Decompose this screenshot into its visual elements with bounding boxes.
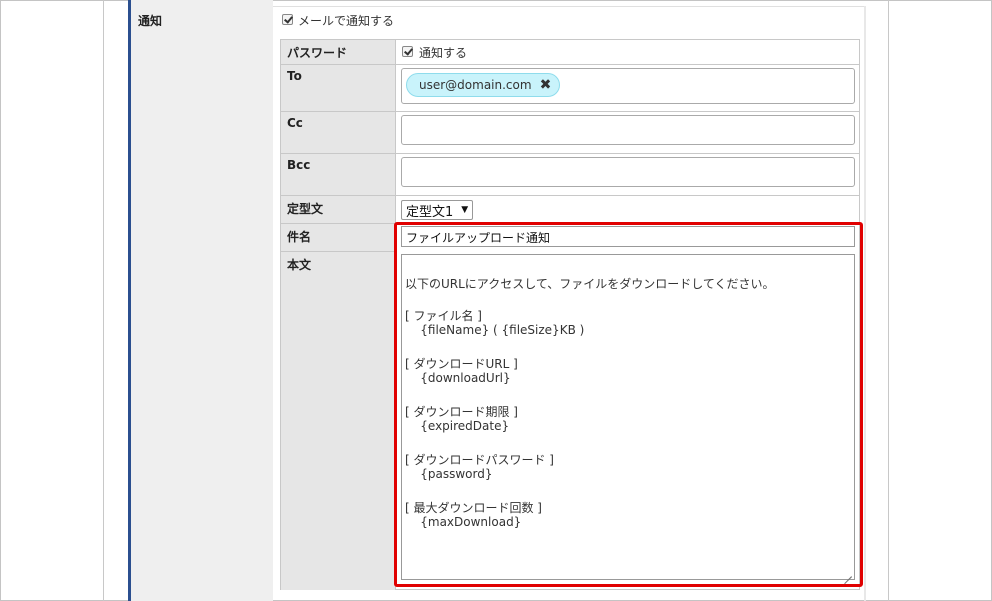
notify-label: 通知 <box>138 14 163 28</box>
to-label: To <box>281 65 396 112</box>
to-cell: user@domain.com ✖ <box>396 65 859 112</box>
recipient-chip: user@domain.com ✖ <box>406 73 561 97</box>
mail-notify-label: メールで通知する <box>298 14 395 28</box>
body-label: 本文 <box>281 252 396 590</box>
password-label: パスワード <box>281 40 396 65</box>
dropdown-arrow-icon: ▼ <box>461 205 469 215</box>
cc-input[interactable] <box>401 115 855 145</box>
template-selected-value: 定型文1 <box>406 204 454 220</box>
bcc-cell <box>396 154 859 196</box>
body-text-line: {fileName} ( {fileSize}KB ) <box>405 323 585 337</box>
body-cell: 以下のURLにアクセスして、ファイルをダウンロードしてください。 [ ファイル名 … <box>396 252 859 589</box>
to-input[interactable]: user@domain.com ✖ <box>401 68 855 104</box>
resize-handle-icon[interactable] <box>844 569 852 577</box>
body-text-line: [ ダウンロードURL ] <box>405 357 518 371</box>
remove-chip-icon[interactable]: ✖ <box>540 78 552 92</box>
template-cell: 定型文1 ▼ <box>396 196 859 224</box>
password-notify-checkbox[interactable] <box>402 46 413 57</box>
cc-cell <box>396 112 859 154</box>
notify-settings-table: パスワード 通知する To user@domain.com ✖ Cc Bcc 定… <box>280 39 860 590</box>
body-text-line: 以下のURLにアクセスして、ファイルをダウンロードしてください。 <box>405 277 775 291</box>
recipient-chip-text: user@domain.com <box>419 78 532 92</box>
cc-label: Cc <box>281 112 396 154</box>
mail-notify-checkbox[interactable] <box>282 14 293 25</box>
body-text-line: [ 最大ダウンロード回数 ] <box>405 501 542 515</box>
right-edge <box>864 6 866 601</box>
template-label: 定型文 <box>281 196 396 224</box>
template-select[interactable]: 定型文1 ▼ <box>401 200 474 220</box>
password-notify-label: 通知する <box>419 46 468 60</box>
body-text-line: {downloadUrl} <box>405 371 511 385</box>
notify-row-label-column <box>128 0 273 601</box>
bcc-input[interactable] <box>401 157 855 187</box>
body-textarea[interactable]: 以下のURLにアクセスして、ファイルをダウンロードしてください。 [ ファイル名 … <box>401 254 855 580</box>
body-text-line: {maxDownload} <box>405 515 522 529</box>
top-divider <box>273 0 864 7</box>
subject-label: 件名 <box>281 224 396 252</box>
body-text-line: {expiredDate} <box>405 419 510 433</box>
body-text-line: [ ダウンロードパスワード ] <box>405 453 554 467</box>
subject-input[interactable]: ファイルアップロード通知 <box>401 226 855 247</box>
body-text-line: [ ファイル名 ] <box>405 309 482 323</box>
body-text-line: {password} <box>405 467 493 481</box>
body-text-line: [ ダウンロード期限 ] <box>405 405 518 419</box>
bcc-label: Bcc <box>281 154 396 196</box>
password-cell: 通知する <box>396 40 859 65</box>
subject-cell: ファイルアップロード通知 <box>396 224 859 252</box>
